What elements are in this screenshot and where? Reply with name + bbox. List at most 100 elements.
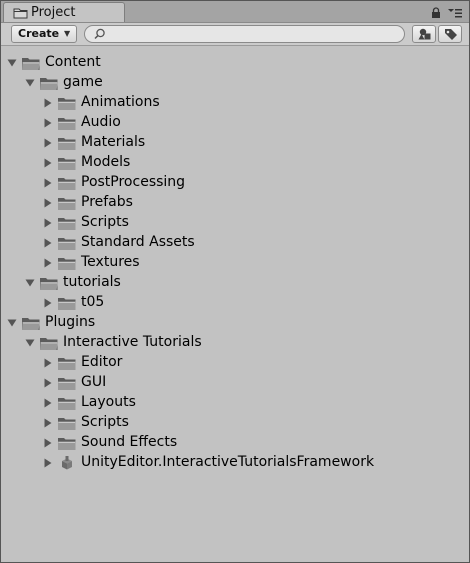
collapsed-arrow-icon[interactable]: [43, 378, 53, 388]
collapsed-arrow-icon[interactable]: [43, 358, 53, 368]
collapsed-arrow-icon[interactable]: [43, 138, 53, 148]
tree-item-label: tutorials: [63, 274, 121, 290]
tree-item-folder[interactable]: Scripts: [1, 213, 469, 233]
tree-item-folder[interactable]: Prefabs: [1, 193, 469, 213]
collapsed-arrow-icon[interactable]: [43, 298, 53, 308]
tree-item-folder[interactable]: Layouts: [1, 393, 469, 413]
tree-item-label: Sound Effects: [81, 434, 178, 450]
folder-icon: [58, 138, 76, 150]
tree-item-label: Prefabs: [81, 194, 133, 210]
search-by-label-button[interactable]: [438, 25, 462, 43]
collapsed-arrow-icon[interactable]: [43, 238, 53, 248]
search-by-type-button[interactable]: [412, 25, 436, 43]
expanded-arrow-icon[interactable]: [25, 278, 35, 288]
tree-item-folder[interactable]: Sound Effects: [1, 433, 469, 453]
tree-item-label: Standard Assets: [81, 234, 195, 250]
folder-icon: [58, 298, 76, 310]
tree-item-folder[interactable]: t05: [1, 293, 469, 313]
tree-item-label: Audio: [81, 114, 121, 130]
tree-item-label: UnityEditor.InteractiveTutorialsFramewor…: [81, 454, 375, 470]
package-icon: [62, 456, 72, 470]
tree-item-package[interactable]: UnityEditor.InteractiveTutorialsFramewor…: [1, 453, 469, 473]
collapsed-arrow-icon[interactable]: [43, 438, 53, 448]
tree-item-folder[interactable]: tutorials: [1, 273, 469, 293]
collapsed-arrow-icon[interactable]: [43, 398, 53, 408]
tree-item-folder[interactable]: Standard Assets: [1, 233, 469, 253]
folder-icon: [40, 278, 58, 290]
tree-item-folder[interactable]: PostProcessing: [1, 173, 469, 193]
folder-icon: [58, 258, 76, 270]
tree-item-label: Materials: [81, 134, 146, 150]
project-toolbar: Create ▼: [1, 23, 469, 46]
tree-item-folder[interactable]: Models: [1, 153, 469, 173]
folder-icon: [58, 438, 76, 450]
tree-item-folder[interactable]: Textures: [1, 253, 469, 273]
folder-icon: [58, 378, 76, 390]
collapsed-arrow-icon[interactable]: [43, 458, 53, 468]
expanded-arrow-icon[interactable]: [25, 338, 35, 348]
tree-item-label: Interactive Tutorials: [63, 334, 202, 350]
tree-item-folder[interactable]: Content: [1, 53, 469, 73]
collapsed-arrow-icon[interactable]: [43, 98, 53, 108]
folder-icon: [58, 418, 76, 430]
collapsed-arrow-icon[interactable]: [43, 198, 53, 208]
tab-strip: Project: [1, 1, 469, 23]
folder-icon: [58, 398, 76, 410]
tree-item-folder[interactable]: Plugins: [1, 313, 469, 333]
tree-item-folder[interactable]: Audio: [1, 113, 469, 133]
tree-item-folder[interactable]: Editor: [1, 353, 469, 373]
folder-icon: [22, 318, 40, 330]
expanded-arrow-icon[interactable]: [7, 318, 17, 328]
folder-icon: [13, 8, 28, 19]
tree-item-folder[interactable]: GUI: [1, 373, 469, 393]
tab-title: Project: [31, 5, 76, 20]
tree-item-folder[interactable]: Scripts: [1, 413, 469, 433]
lock-icon[interactable]: [431, 7, 441, 19]
folder-icon: [58, 238, 76, 250]
tree-item-folder[interactable]: Materials: [1, 133, 469, 153]
tree-item-label: Animations: [81, 94, 160, 110]
folder-icon: [58, 198, 76, 210]
expanded-arrow-icon[interactable]: [7, 58, 17, 68]
folder-icon: [40, 78, 58, 90]
collapsed-arrow-icon[interactable]: [43, 178, 53, 188]
tree-item-label: Plugins: [45, 314, 96, 330]
tree-item-label: Editor: [81, 354, 123, 370]
search-field[interactable]: [84, 25, 403, 43]
tree-item-label: t05: [81, 294, 105, 310]
tree-item-label: Scripts: [81, 414, 129, 430]
collapsed-arrow-icon[interactable]: [43, 418, 53, 428]
collapsed-arrow-icon[interactable]: [43, 158, 53, 168]
project-window: Project Create ▼ Content game Animations…: [0, 0, 470, 563]
collapsed-arrow-icon[interactable]: [43, 218, 53, 228]
create-dropdown-button[interactable]: Create ▼: [11, 25, 77, 43]
tree-item-label: Scripts: [81, 214, 129, 230]
tree-item-label: Content: [45, 54, 101, 70]
folder-icon: [22, 58, 40, 70]
tree-item-label: Layouts: [81, 394, 136, 410]
tree-item-label: PostProcessing: [81, 174, 186, 190]
tree-item-folder[interactable]: Animations: [1, 93, 469, 113]
search-icon: [94, 28, 105, 40]
folder-icon: [58, 178, 76, 190]
tag-icon: [445, 29, 457, 40]
expanded-arrow-icon[interactable]: [25, 78, 35, 88]
tree-item-label: Textures: [81, 254, 140, 270]
context-menu-icon[interactable]: [448, 8, 462, 18]
folder-icon: [58, 118, 76, 130]
folder-icon: [58, 358, 76, 370]
tree-item-label: Models: [81, 154, 131, 170]
tree-item-label: GUI: [81, 374, 107, 390]
folder-icon: [40, 338, 58, 350]
folder-icon: [58, 218, 76, 230]
collapsed-arrow-icon[interactable]: [43, 118, 53, 128]
dropdown-arrow-icon: ▼: [64, 29, 71, 38]
tree-item-folder[interactable]: Interactive Tutorials: [1, 333, 469, 353]
collapsed-arrow-icon[interactable]: [43, 258, 53, 268]
search-cancel-button[interactable]: [393, 25, 405, 43]
folder-icon: [58, 158, 76, 170]
tree-item-folder[interactable]: game: [1, 73, 469, 93]
tree-item-label: game: [63, 74, 103, 90]
tab-project[interactable]: Project: [3, 2, 125, 22]
shapes-icon: [418, 28, 431, 40]
